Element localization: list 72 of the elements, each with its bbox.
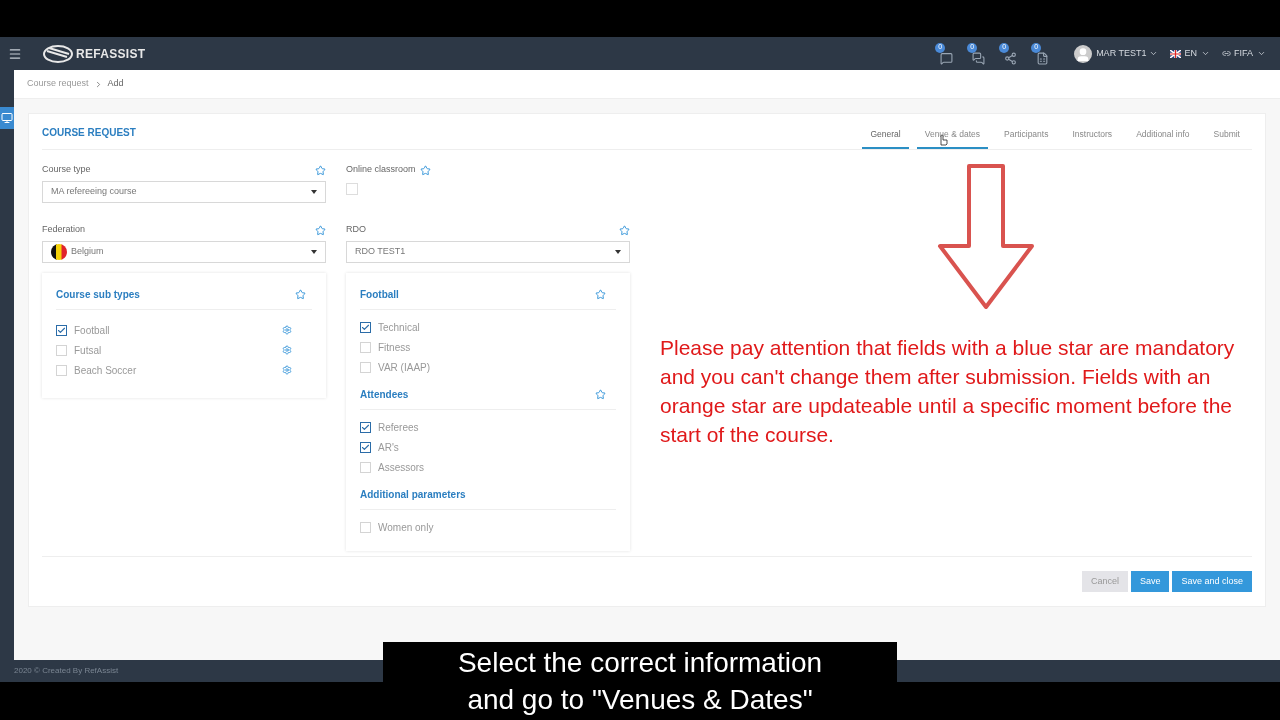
checkbox-label: Women only <box>378 520 434 535</box>
star-icon <box>595 288 606 300</box>
link-icon <box>1222 49 1231 58</box>
dropdown-caret-icon <box>615 250 621 254</box>
action-button[interactable]: Save and close <box>1172 571 1252 592</box>
select-field[interactable]: MA refereeing course <box>42 181 326 203</box>
dropdown-caret-icon <box>311 250 317 254</box>
star-icon <box>315 164 326 176</box>
breadcrumb-link[interactable]: Course request <box>27 77 89 91</box>
section-title: Additional parameters <box>360 487 466 502</box>
settings-icon[interactable] <box>282 365 292 375</box>
action-button[interactable]: Save <box>1130 571 1170 592</box>
star-icon <box>595 388 606 400</box>
checkbox-label: Assessors <box>378 460 425 475</box>
tab[interactable]: Venue & dates <box>916 128 988 149</box>
checkbox[interactable] <box>360 441 371 453</box>
dropdown-caret-icon <box>311 190 317 194</box>
chevron-icon <box>1149 49 1159 58</box>
checkbox-label: Technical <box>378 320 420 335</box>
select-field[interactable]: RDO TEST1 <box>346 241 630 263</box>
star-icon <box>619 224 630 236</box>
field-label: Federation <box>42 223 86 237</box>
panel-title: Course sub types <box>56 287 140 302</box>
notification-icon[interactable] <box>1003 51 1017 65</box>
checkbox[interactable] <box>56 324 67 336</box>
checkbox-label: AR's <box>378 440 399 455</box>
tab[interactable]: Additional info <box>1128 128 1198 149</box>
tab[interactable]: Submit <box>1205 128 1248 149</box>
footer-text: 2020 © Created By RefAssist <box>14 665 119 677</box>
tab[interactable]: Participants <box>996 128 1057 149</box>
organisation-menu[interactable]: FIFA <box>1234 46 1253 61</box>
field-label: Course type <box>42 163 91 177</box>
settings-icon[interactable] <box>282 325 292 335</box>
notification-icon[interactable] <box>971 51 985 65</box>
card-title: COURSE REQUEST <box>42 126 136 140</box>
annotation-text: Please pay attention that fields with a blue star are mandatory and you can't change them after submission. Fields with an orange star are updateable until a specific moment before the start of the course. <box>660 335 1236 448</box>
sidebar-item[interactable] <box>0 107 14 129</box>
checkbox-label: VAR (IAAP) <box>378 360 431 375</box>
checkbox[interactable] <box>360 321 371 333</box>
action-button[interactable]: Cancel <box>1081 571 1128 592</box>
belgium-flag-icon <box>51 244 67 260</box>
logo-icon <box>42 43 74 64</box>
checkbox-label: Fitness <box>378 340 411 355</box>
checkbox-label: Football <box>74 323 110 338</box>
field-label: Online classroom <box>346 163 416 177</box>
section-title: Football <box>360 287 399 302</box>
menu-icon[interactable] <box>8 46 22 61</box>
notification-icon[interactable] <box>1035 51 1049 65</box>
settings-icon[interactable] <box>282 345 292 355</box>
language-menu[interactable]: EN <box>1184 46 1197 61</box>
tab[interactable]: General <box>862 128 909 149</box>
avatar-icon <box>1074 44 1093 63</box>
caption-text: Select the correct information <box>457 646 823 680</box>
section-title: Attendees <box>360 387 409 402</box>
chevron-icon <box>1257 49 1266 58</box>
checkbox-label: Referees <box>378 420 419 435</box>
notification-icon[interactable] <box>939 51 953 65</box>
star-icon <box>315 224 326 236</box>
breadcrumb-current: Add <box>107 77 124 91</box>
select-field[interactable]: Belgium <box>42 241 326 263</box>
brand-name: REFASSIST <box>76 45 146 63</box>
field-label: RDO <box>346 223 366 237</box>
caption-text: and go to "Venues & Dates" <box>467 683 813 717</box>
chevron-icon <box>1201 49 1210 58</box>
star-icon <box>419 164 431 176</box>
checkbox-label: Futsal <box>74 343 102 358</box>
tab[interactable]: Instructors <box>1064 128 1121 149</box>
checkbox[interactable] <box>360 421 371 433</box>
user-menu[interactable]: MAR TEST1 <box>1096 46 1147 61</box>
star-icon <box>295 288 306 300</box>
checkbox-label: Beach Soccer <box>74 363 137 378</box>
uk-flag-icon <box>1170 49 1182 58</box>
